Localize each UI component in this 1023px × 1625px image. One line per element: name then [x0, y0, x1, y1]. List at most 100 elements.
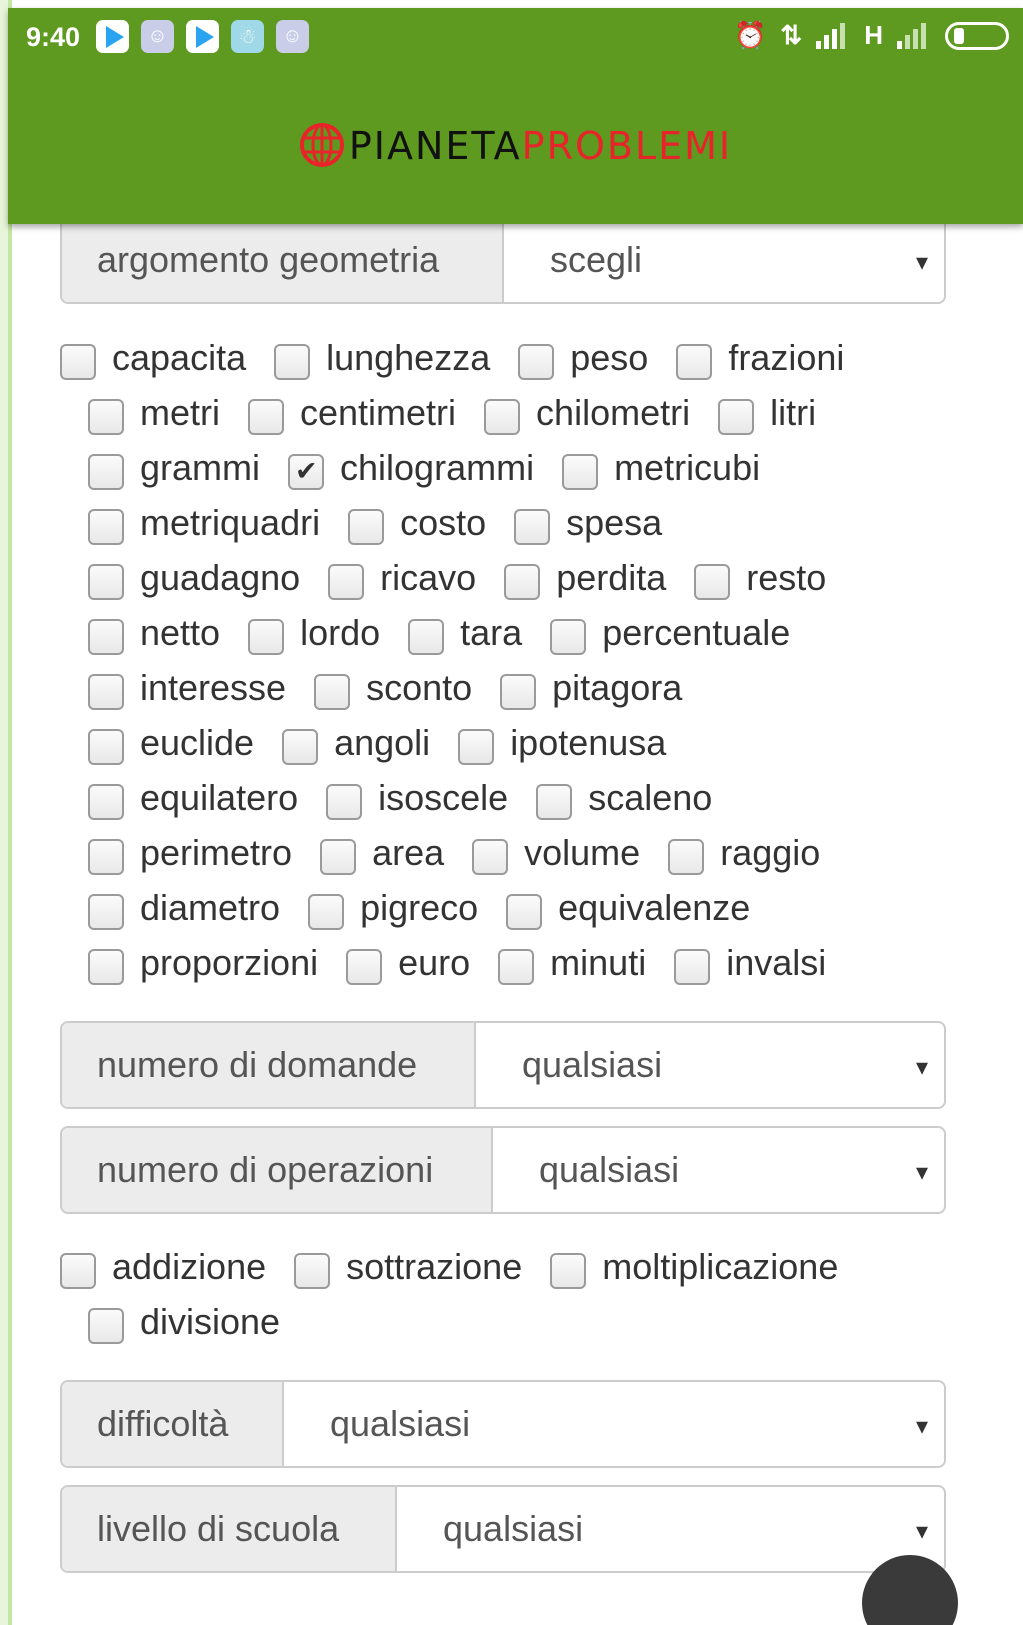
checkbox-option[interactable]: chilogrammi: [288, 446, 534, 490]
checkbox-option[interactable]: interesse: [88, 666, 286, 710]
checkbox-option[interactable]: peso: [518, 336, 648, 380]
numero-domande-select[interactable]: numero di domande qualsiasi ▾: [60, 1021, 946, 1109]
checkbox-option[interactable]: litri: [718, 391, 816, 435]
checkbox[interactable]: [676, 343, 713, 380]
checkbox[interactable]: [518, 343, 555, 380]
checkbox[interactable]: [326, 783, 363, 820]
checkbox[interactable]: [500, 673, 537, 710]
checkbox-option[interactable]: metriquadri: [88, 501, 320, 545]
numero-operazioni-select[interactable]: numero di operazioni qualsiasi ▾: [60, 1126, 946, 1214]
checkbox[interactable]: [88, 1307, 124, 1344]
select-value[interactable]: qualsiasi ▾: [284, 1382, 944, 1466]
checkbox[interactable]: [550, 618, 587, 655]
select-value[interactable]: qualsiasi ▾: [397, 1487, 944, 1571]
livello-scuola-select[interactable]: livello di scuola qualsiasi ▾: [60, 1485, 946, 1573]
checkbox[interactable]: [536, 783, 573, 820]
difficolta-select[interactable]: difficoltà qualsiasi ▾: [60, 1380, 946, 1468]
checkbox[interactable]: [348, 508, 385, 545]
checkbox[interactable]: [320, 838, 357, 875]
checkbox-option[interactable]: guadagno: [88, 556, 300, 600]
select-value[interactable]: scegli ▾: [504, 218, 944, 302]
checkbox-option[interactable]: frazioni: [676, 336, 844, 380]
checkbox[interactable]: [60, 343, 96, 380]
checkbox-option[interactable]: perimetro: [88, 831, 292, 875]
checkbox-option[interactable]: moltiplicazione: [550, 1245, 838, 1289]
checkbox-option[interactable]: proporzioni: [88, 941, 318, 985]
checkbox-option[interactable]: grammi: [88, 446, 260, 490]
checkbox[interactable]: [718, 398, 755, 435]
checkbox-option[interactable]: scaleno: [536, 776, 712, 820]
checkbox[interactable]: [60, 1252, 96, 1289]
checkbox-option[interactable]: netto: [88, 611, 220, 655]
checkbox[interactable]: [408, 618, 445, 655]
checkbox-option[interactable]: isoscele: [326, 776, 508, 820]
checkbox-option[interactable]: equilatero: [88, 776, 298, 820]
checkbox[interactable]: [308, 893, 345, 930]
checkbox-option[interactable]: divisione: [88, 1300, 280, 1344]
checkbox[interactable]: [248, 398, 284, 435]
checkbox[interactable]: [562, 453, 599, 490]
checkbox-option[interactable]: costo: [348, 501, 486, 545]
checkbox[interactable]: [504, 563, 541, 600]
select-value[interactable]: qualsiasi ▾: [476, 1023, 944, 1107]
argomento-geometria-select[interactable]: argomento geometria scegli ▾: [60, 216, 946, 304]
checkbox-option[interactable]: volume: [472, 831, 640, 875]
checkbox[interactable]: [88, 508, 124, 545]
checkbox-option[interactable]: minuti: [498, 941, 646, 985]
checkbox[interactable]: [88, 563, 124, 600]
checkbox-option[interactable]: sconto: [314, 666, 472, 710]
checkbox-option[interactable]: invalsi: [674, 941, 826, 985]
checkbox[interactable]: [328, 563, 365, 600]
checkbox-option[interactable]: ricavo: [328, 556, 476, 600]
checkbox[interactable]: [484, 398, 521, 435]
checkbox-option[interactable]: capacita: [60, 336, 246, 380]
checkbox-option[interactable]: metricubi: [562, 446, 760, 490]
checkbox-option[interactable]: ipotenusa: [458, 721, 666, 765]
checkbox-option[interactable]: lunghezza: [274, 336, 490, 380]
checkbox-option[interactable]: centimetri: [248, 391, 456, 435]
checkbox[interactable]: [88, 838, 124, 875]
checkbox-option[interactable]: diametro: [88, 886, 280, 930]
checkbox[interactable]: [88, 618, 124, 655]
checkbox-option[interactable]: perdita: [504, 556, 666, 600]
checkbox-option[interactable]: pitagora: [500, 666, 682, 710]
checkbox-option[interactable]: metri: [88, 391, 220, 435]
checkbox-checked[interactable]: [288, 453, 325, 490]
site-logo[interactable]: PIANETAPROBLEMI: [8, 122, 1023, 168]
checkbox[interactable]: [88, 948, 124, 985]
checkbox-option[interactable]: tara: [408, 611, 522, 655]
checkbox[interactable]: [88, 783, 124, 820]
checkbox[interactable]: [694, 563, 731, 600]
checkbox-option[interactable]: euro: [346, 941, 470, 985]
checkbox[interactable]: [498, 948, 535, 985]
checkbox-option[interactable]: angoli: [282, 721, 430, 765]
checkbox-option[interactable]: sottrazione: [294, 1245, 522, 1289]
checkbox[interactable]: [668, 838, 705, 875]
checkbox-option[interactable]: resto: [694, 556, 826, 600]
checkbox[interactable]: [674, 948, 711, 985]
checkbox-option[interactable]: spesa: [514, 501, 662, 545]
checkbox[interactable]: [458, 728, 495, 765]
checkbox-option[interactable]: addizione: [60, 1245, 266, 1289]
checkbox[interactable]: [514, 508, 551, 545]
checkbox-option[interactable]: area: [320, 831, 444, 875]
checkbox[interactable]: [274, 343, 311, 380]
select-value[interactable]: qualsiasi ▾: [493, 1128, 944, 1212]
checkbox-option[interactable]: lordo: [248, 611, 380, 655]
checkbox[interactable]: [346, 948, 383, 985]
checkbox[interactable]: [314, 673, 351, 710]
checkbox[interactable]: [472, 838, 509, 875]
checkbox-option[interactable]: raggio: [668, 831, 820, 875]
checkbox[interactable]: [88, 728, 124, 765]
checkbox[interactable]: [88, 453, 124, 490]
checkbox[interactable]: [248, 618, 285, 655]
checkbox-option[interactable]: euclide: [88, 721, 254, 765]
checkbox[interactable]: [282, 728, 319, 765]
checkbox-option[interactable]: equivalenze: [506, 886, 750, 930]
checkbox[interactable]: [506, 893, 543, 930]
checkbox-option[interactable]: chilometri: [484, 391, 690, 435]
checkbox[interactable]: [550, 1252, 587, 1289]
checkbox-option[interactable]: pigreco: [308, 886, 478, 930]
checkbox-option[interactable]: percentuale: [550, 611, 790, 655]
checkbox[interactable]: [88, 673, 124, 710]
